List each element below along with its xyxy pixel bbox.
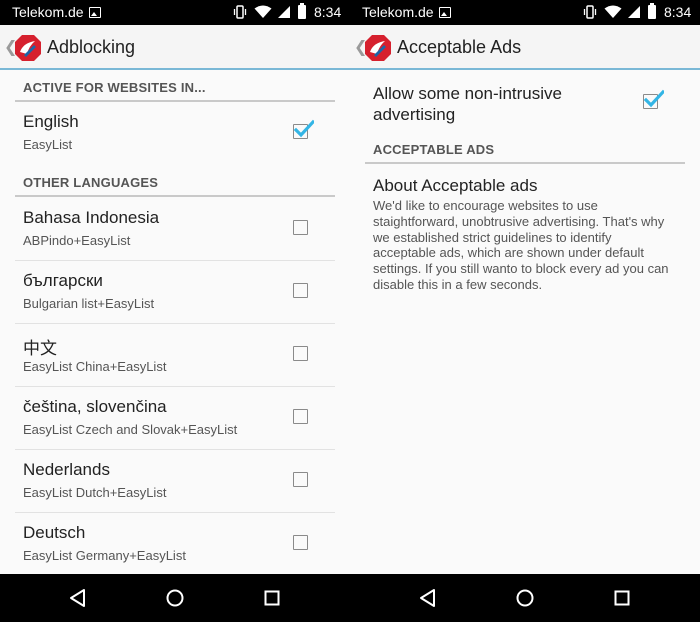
list-item-summary: EasyList Czech and Slovak+EasyList (23, 422, 238, 437)
checkmark-icon (294, 119, 314, 138)
status-bar-right: Telekom.de 8:34 (350, 0, 700, 25)
carrier-label: Telekom.de (362, 4, 434, 20)
carrier-label: Telekom.de (12, 4, 84, 20)
clock: 8:34 (664, 4, 692, 20)
signal-icon (628, 6, 640, 18)
dutch-checkbox[interactable] (293, 472, 308, 487)
action-bar: ❮ Acceptable Ads (350, 25, 700, 70)
list-item-summary: EasyList Germany+EasyList (23, 548, 186, 563)
home-nav-icon[interactable] (163, 586, 187, 610)
list-item-czech-slovak[interactable]: čeština, slovenčina EasyList Czech and S… (15, 387, 335, 450)
signal-icon (278, 6, 290, 18)
page-title: Acceptable Ads (397, 37, 522, 57)
category-label: ACCEPTABLE ADS (373, 142, 495, 157)
list-item-bulgarian[interactable]: български Bulgarian list+EasyList (15, 261, 335, 324)
vibrate-icon (233, 5, 247, 19)
bahasa-indonesia-checkbox[interactable] (293, 220, 308, 235)
czech-slovak-checkbox[interactable] (293, 409, 308, 424)
list-item-title: Deutsch (23, 523, 86, 542)
category-other-header: OTHER LANGUAGES (15, 167, 335, 197)
list-item-bahasa-indonesia[interactable]: Bahasa Indonesia ABPindo+EasyList (15, 198, 335, 261)
image-notification-icon (439, 7, 451, 18)
list-item-english[interactable]: English EasyList (15, 102, 335, 165)
adblock-plus-logo-icon[interactable] (14, 34, 42, 62)
wifi-icon (604, 5, 622, 18)
navigation-bar (350, 574, 700, 622)
list-item-title: Bahasa Indonesia (23, 208, 160, 227)
category-acceptable-ads-header: ACCEPTABLE ADS (365, 134, 685, 164)
vibrate-icon (583, 5, 597, 19)
list-item-summary: EasyList (23, 137, 73, 152)
navigation-bar (0, 574, 350, 622)
allow-ads-checkbox[interactable] (643, 89, 664, 109)
status-bar-left: Telekom.de 8:34 (0, 0, 350, 25)
list-item-german[interactable]: Deutsch EasyList Germany+EasyList (15, 513, 335, 574)
recents-nav-icon[interactable] (260, 586, 284, 610)
page-title: Adblocking (47, 37, 136, 57)
recents-nav-icon[interactable] (610, 586, 634, 610)
status-bar: Telekom.de 8:34 Telekom.de 8:34 (0, 0, 700, 25)
clock: 8:34 (314, 4, 342, 20)
about-description: We'd like to encourage websites to use s… (373, 198, 669, 292)
checkmark-icon (644, 89, 664, 108)
bulgarian-checkbox[interactable] (293, 283, 308, 298)
allow-ads-label: Allow some non-intrusive advertising (373, 84, 562, 124)
wifi-icon (254, 5, 272, 18)
list-item-summary: EasyList China+EasyList (23, 359, 167, 374)
category-label: OTHER LANGUAGES (23, 175, 159, 190)
adblock-plus-logo-icon[interactable] (364, 34, 392, 62)
list-item-summary: ABPindo+EasyList (23, 233, 131, 248)
list-item-title: 中文 (23, 339, 57, 358)
category-label: ACTIVE FOR WEBSITES IN... (23, 80, 206, 95)
list-item-title: български (23, 271, 103, 290)
list-item-title: English (23, 112, 79, 131)
list-item-title: Nederlands (23, 460, 110, 479)
home-nav-icon[interactable] (513, 586, 537, 610)
list-item-summary: EasyList Dutch+EasyList (23, 485, 167, 500)
battery-icon (648, 3, 656, 19)
allow-nonintrusive-ads-row[interactable]: Allow some non-intrusive advertising (365, 80, 685, 140)
about-title: About Acceptable ads (373, 176, 538, 195)
list-item-summary: Bulgarian list+EasyList (23, 296, 155, 311)
battery-icon (298, 3, 306, 19)
list-item-title: čeština, slovenčina (23, 397, 167, 416)
german-checkbox[interactable] (293, 535, 308, 550)
back-nav-icon[interactable] (416, 586, 440, 610)
list-item-chinese[interactable]: 中文 EasyList China+EasyList (15, 324, 335, 387)
acceptable-ads-screen: ❮ Acceptable Ads Allow some non-intrusiv… (350, 25, 700, 574)
category-active-header: ACTIVE FOR WEBSITES IN... (15, 72, 335, 102)
image-notification-icon (89, 7, 101, 18)
adblocking-screen: ❮ Adblocking ACTIVE FOR WEBSITES IN... E… (0, 25, 350, 574)
action-bar: ❮ Adblocking (0, 25, 350, 70)
chinese-checkbox[interactable] (293, 346, 308, 361)
english-checkbox[interactable] (293, 119, 314, 139)
back-nav-icon[interactable] (66, 586, 90, 610)
list-item-dutch[interactable]: Nederlands EasyList Dutch+EasyList (15, 450, 335, 513)
